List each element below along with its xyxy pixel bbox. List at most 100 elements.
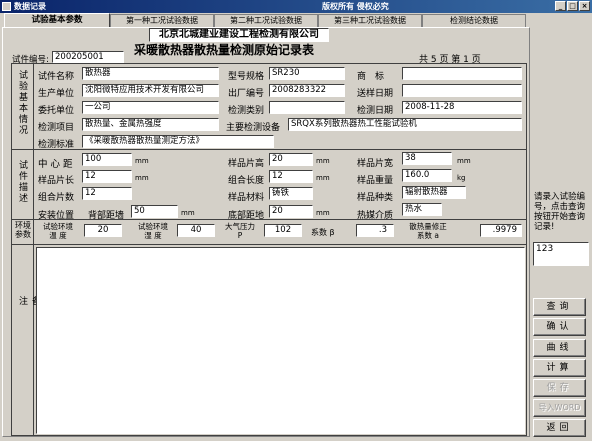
remark-textarea[interactable]	[36, 247, 525, 434]
test-date-field[interactable]: 2008-11-28	[402, 101, 522, 114]
install-position-label: 安装位置	[38, 211, 75, 221]
tab-condition-1[interactable]: 第一种工况试验数据	[110, 14, 214, 27]
humidity-label: 试验环境 湿 度	[131, 222, 175, 240]
temp-field[interactable]: 20	[84, 224, 122, 237]
minimize-button[interactable]: _	[555, 1, 566, 11]
tab-condition-2[interactable]: 第二种工况试验数据	[214, 14, 318, 27]
confirm-button[interactable]: 确认	[533, 318, 586, 336]
group-length-field[interactable]: 12	[269, 170, 313, 183]
category-field[interactable]	[269, 101, 345, 114]
press-label-line1: 大气压力	[225, 222, 255, 231]
hum-label-line2: 湿 度	[144, 231, 162, 240]
tab-condition-3[interactable]: 第三种工况试验数据	[318, 14, 422, 27]
close-button[interactable]: ×	[579, 1, 590, 11]
temp-label: 试验环境 温 度	[36, 222, 80, 240]
sample-weight-label: 样品重量	[357, 176, 394, 186]
form-title: 采暖散热器散热量检测原始记录表	[134, 43, 315, 57]
item-field[interactable]: 散热量、金属热强度	[82, 118, 219, 131]
coef-label: 系数 β	[311, 228, 335, 237]
sample-weight-field[interactable]: 160.0	[402, 169, 452, 182]
app-icon	[2, 2, 11, 11]
bottom-distance-label: 底部距地	[228, 211, 265, 221]
title-bar: 数据记录 版权所有 侵权必究 _ □ ×	[0, 0, 592, 13]
window-title: 数据记录	[14, 2, 46, 11]
query-prompt: 请录入试验编号，点击查询按钮开始查询记录!	[534, 192, 586, 232]
model-field[interactable]: SR230	[269, 67, 345, 80]
unit-text: mm	[135, 157, 149, 165]
standard-field[interactable]: 《采暖散热器散热量测定方法》	[82, 135, 274, 148]
name-label: 试件名称	[38, 72, 75, 82]
medium-label: 热媒介质	[357, 211, 394, 221]
client-field[interactable]: 一公司	[82, 101, 219, 114]
correction-field[interactable]: .9979	[480, 224, 522, 237]
hum-label-line1: 试验环境	[138, 222, 168, 231]
trial-no-field[interactable]: 200205001	[52, 51, 124, 63]
corr-label-line1: 散热量修正	[409, 222, 447, 231]
unit-text: mm	[181, 209, 195, 217]
tab-conclusion[interactable]: 检测结论数据	[422, 14, 526, 27]
item-label: 检测项目	[38, 123, 75, 133]
category-label: 检测类别	[228, 106, 265, 116]
section-trial-label: 试件描述	[17, 160, 27, 204]
material-label: 样品材料	[228, 193, 265, 203]
section-env-label: 环境参数	[15, 221, 31, 239]
sample-height-field[interactable]: 20	[269, 153, 313, 166]
name-field[interactable]: 散热器	[82, 67, 219, 80]
tab-basic-params[interactable]: 试验基本参数	[4, 13, 110, 28]
unit-text: kg	[457, 174, 466, 182]
unit-text: mm	[316, 157, 330, 165]
delivery-date-field[interactable]	[402, 84, 522, 97]
factory-no-field[interactable]: 2008283322	[269, 84, 345, 97]
center-distance-label: 中 心 距	[38, 159, 73, 170]
unit-text: mm	[316, 174, 330, 182]
curve-button[interactable]: 曲线	[533, 339, 586, 357]
back-distance-field[interactable]: 50	[131, 205, 178, 218]
sample-length-label: 样品片长	[38, 176, 75, 186]
export-word-button[interactable]: 导入WORD	[533, 399, 586, 417]
group-length-label: 组合长度	[228, 176, 265, 186]
standard-label: 检测标准	[38, 140, 75, 150]
temp-label-line2: 温 度	[49, 231, 67, 240]
delivery-date-label: 送样日期	[357, 89, 394, 99]
unit-text: mm	[316, 209, 330, 217]
calculate-button[interactable]: 计算	[533, 359, 586, 377]
coef-field[interactable]: .3	[356, 224, 394, 237]
temp-label-line1: 试验环境	[43, 222, 73, 231]
medium-field[interactable]: 热水	[402, 203, 442, 216]
corr-label-line2: 系数 a	[417, 231, 439, 240]
bottom-distance-field[interactable]: 20	[269, 205, 313, 218]
client-label: 委托单位	[38, 106, 75, 116]
back-button[interactable]: 返回	[533, 419, 586, 437]
back-distance-label: 背部距墙	[88, 211, 125, 221]
company-name: 北京北城建业建设工程检测有限公司	[149, 28, 329, 42]
material-field[interactable]: 铸铁	[269, 187, 313, 200]
query-input[interactable]: 123	[533, 242, 589, 266]
press-label-line2: P	[237, 231, 243, 240]
pressure-label: 大气压力 P	[219, 222, 261, 240]
factory-no-label: 出厂编号	[228, 89, 265, 99]
equipment-field[interactable]: SRQX系列散热器热工性能试验机	[288, 118, 522, 131]
section-basic-label: 试验基本情况	[17, 70, 27, 136]
humidity-field[interactable]: 40	[177, 224, 215, 237]
brand-field[interactable]	[402, 67, 522, 80]
model-label: 型号规格	[228, 72, 265, 82]
center-distance-field[interactable]: 100	[82, 153, 132, 166]
sample-kind-label: 样品种类	[357, 193, 394, 203]
pieces-field[interactable]: 12	[82, 187, 132, 200]
equipment-label: 主要检测设备	[226, 123, 281, 133]
sample-width-field[interactable]: 38	[402, 152, 452, 165]
copyright-text: 版权所有 侵权必究	[322, 2, 389, 11]
pressure-field[interactable]: 102	[264, 224, 302, 237]
unit-text: mm	[457, 157, 471, 165]
producer-field[interactable]: 沈阳微特应用技术开发有限公司	[82, 84, 219, 97]
sample-width-label: 样品片宽	[357, 159, 394, 169]
maximize-button[interactable]: □	[567, 1, 578, 11]
sample-length-field[interactable]: 12	[82, 170, 132, 183]
producer-label: 生产单位	[38, 89, 75, 99]
unit-text: mm	[135, 174, 149, 182]
sample-kind-field[interactable]: 辐射散热器	[402, 186, 466, 199]
save-button[interactable]: 保存	[533, 379, 586, 397]
pieces-label: 组合片数	[38, 193, 75, 203]
test-date-label: 检测日期	[357, 106, 394, 116]
query-button[interactable]: 查询	[533, 298, 586, 316]
